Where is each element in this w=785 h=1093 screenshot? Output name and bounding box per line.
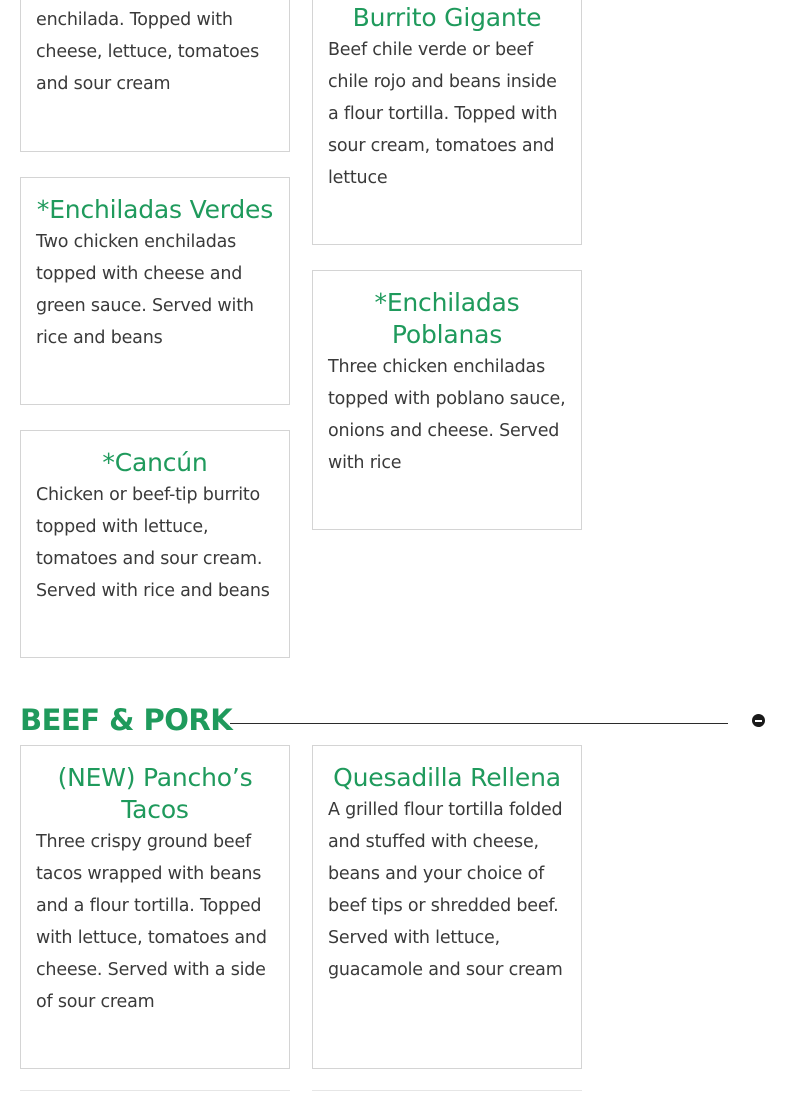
- menu-item-card: Burrito Gigante Beef chile verde or beef…: [312, 0, 582, 245]
- menu-item-card: *Cancún Chicken or beef-tip burrito topp…: [20, 430, 290, 658]
- menu-item-title: *Enchiladas Poblanas: [374, 288, 520, 349]
- menu-item-title: *Cancún: [102, 448, 208, 477]
- menu-item-card: *Enchiladas Poblanas Three chicken enchi…: [312, 270, 582, 530]
- menu-item-description: Three crispy ground beef tacos wrapped w…: [36, 832, 267, 1012]
- menu-item-title: *Enchiladas Verdes: [36, 195, 274, 224]
- menu-item-description: Chicken or beef-tip burrito topped with …: [36, 485, 270, 601]
- menu-item-description: Two chicken enchiladas topped with chees…: [36, 232, 254, 348]
- menu-item-description: Three chicken enchiladas topped with pob…: [328, 357, 566, 473]
- menu-item-card: Quesadilla Rellena A grilled flour torti…: [312, 745, 582, 1069]
- collapse-section-icon[interactable]: [752, 714, 765, 727]
- section-divider: [230, 723, 728, 724]
- menu-item-card: *Enchiladas Verdes Two chicken enchilada…: [20, 177, 290, 405]
- menu-item-card: (NEW) Pancho’s Tacos Three crispy ground…: [20, 745, 290, 1069]
- menu-item-title: Burrito Gigante: [352, 3, 542, 32]
- menu-item-description: A grilled flour tortilla folded and stuf…: [328, 800, 563, 980]
- menu-item-title: (NEW) Pancho’s Tacos: [57, 763, 253, 824]
- menu-item-title: Quesadilla Rellena: [333, 763, 561, 792]
- menu-item-description: Beef chile verde or beef chile rojo and …: [328, 40, 558, 188]
- menu-item-description: enchilada. Topped with cheese, lettuce, …: [36, 10, 260, 94]
- section-title-beef-pork: BEEF & PORK: [20, 703, 233, 737]
- menu-item-card: enchilada. Topped with cheese, lettuce, …: [20, 0, 290, 152]
